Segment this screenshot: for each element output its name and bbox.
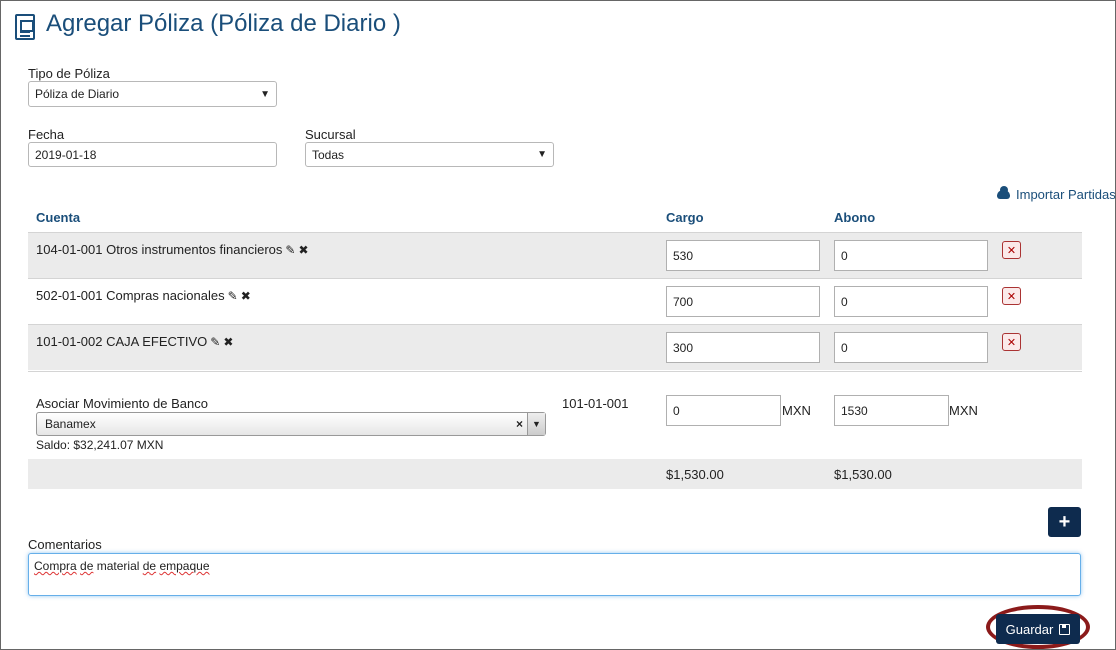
caret-down-icon: ▼	[260, 88, 270, 100]
fecha-label: Fecha	[28, 127, 65, 142]
bank-label: Asociar Movimiento de Banco	[36, 396, 208, 411]
sucursal-label: Sucursal	[305, 127, 356, 142]
bank-account: 101-01-001	[562, 396, 629, 411]
remove-icon[interactable]: ✖	[241, 289, 251, 303]
delete-row-button[interactable]: ✕	[1002, 333, 1021, 351]
remove-icon[interactable]: ✖	[298, 243, 308, 257]
sucursal-select[interactable]: Todas ▼	[305, 142, 554, 167]
delete-row-button[interactable]: ✕	[1002, 241, 1021, 259]
currency-label: MXN	[782, 403, 811, 418]
save-button[interactable]: Guardar	[996, 614, 1080, 644]
account-label: 502-01-001 Compras nacionales	[36, 288, 225, 303]
account-cell: 101-01-002 CAJA EFECTIVO ✎ ✖	[36, 334, 233, 349]
comment-word: Compra	[34, 559, 77, 573]
import-partidas-label: Importar Partidas	[1016, 187, 1116, 202]
tipo-poliza-value: Póliza de Diario	[35, 87, 120, 101]
comments-label: Comentarios	[28, 537, 102, 552]
total-abono: $1,530.00	[834, 467, 892, 482]
col-cargo: Cargo	[666, 210, 704, 225]
comment-word: de	[142, 559, 157, 573]
bank-select[interactable]: Banamex × ▼	[36, 412, 546, 436]
tipo-poliza-label: Tipo de Póliza	[28, 66, 110, 81]
edit-icon[interactable]: ✎	[285, 243, 295, 257]
comment-word: de	[80, 559, 94, 573]
cargo-input[interactable]: 530	[666, 240, 820, 271]
fecha-value: 2019-01-18	[35, 147, 97, 162]
comments-textarea[interactable]: Compra de material de empaque	[28, 553, 1081, 596]
cargo-input[interactable]: 700	[666, 286, 820, 317]
comment-word: material	[93, 559, 143, 573]
bank-selected-value: Banamex	[45, 417, 96, 431]
remove-icon[interactable]: ✖	[223, 335, 233, 349]
add-row-button[interactable]: +	[1048, 507, 1081, 537]
table-header: Cuenta Cargo Abono	[28, 206, 1082, 232]
document-icon	[15, 14, 35, 40]
currency-label: MXN	[949, 403, 978, 418]
floppy-disk-icon	[1059, 623, 1071, 635]
abono-input[interactable]: 0	[834, 240, 988, 271]
account-cell: 104-01-001 Otros instrumentos financiero…	[36, 242, 309, 257]
account-label: 101-01-002 CAJA EFECTIVO	[36, 334, 208, 349]
account-label: 104-01-001 Otros instrumentos financiero…	[36, 242, 283, 257]
delete-row-button[interactable]: ✕	[1002, 287, 1021, 305]
col-abono: Abono	[834, 210, 876, 225]
page-title: Agregar Póliza (Póliza de Diario )	[46, 10, 401, 37]
abono-input[interactable]: 0	[834, 286, 988, 317]
bank-cargo-input[interactable]: 0	[666, 395, 781, 426]
total-cargo: $1,530.00	[666, 467, 724, 482]
col-cuenta: Cuenta	[36, 210, 81, 225]
bank-abono-input[interactable]: 1530	[834, 395, 949, 426]
edit-icon[interactable]: ✎	[210, 335, 220, 349]
bank-movement-section: Asociar Movimiento de Banco Banamex × ▼ …	[28, 371, 1082, 458]
bank-saldo: Saldo: $32,241.07 MXN	[36, 438, 164, 452]
clear-icon[interactable]: ×	[516, 417, 523, 431]
caret-down-icon: ▼	[537, 149, 547, 160]
cloud-upload-icon	[997, 186, 1010, 199]
edit-icon[interactable]: ✎	[228, 289, 238, 303]
table-row: 502-01-001 Compras nacionales ✎ ✖ 700 0 …	[28, 278, 1082, 324]
tipo-poliza-select[interactable]: Póliza de Diario ▼	[28, 81, 277, 107]
table-row: 101-01-002 CAJA EFECTIVO ✎ ✖ 300 0 ✕	[28, 324, 1082, 370]
account-cell: 502-01-001 Compras nacionales ✎ ✖	[36, 288, 251, 303]
cargo-input[interactable]: 300	[666, 332, 820, 363]
comment-word: empaque	[159, 559, 210, 573]
sucursal-value: Todas	[312, 147, 345, 162]
totals-row: $1,530.00 $1,530.00	[28, 459, 1082, 489]
import-partidas-link[interactable]: Importar Partidas	[997, 186, 1116, 202]
fecha-input[interactable]: 2019-01-18	[28, 142, 277, 167]
save-label: Guardar	[1005, 621, 1054, 637]
table-row: 104-01-001 Otros instrumentos financiero…	[28, 232, 1082, 278]
caret-down-icon[interactable]: ▼	[527, 413, 545, 435]
abono-input[interactable]: 0	[834, 332, 988, 363]
